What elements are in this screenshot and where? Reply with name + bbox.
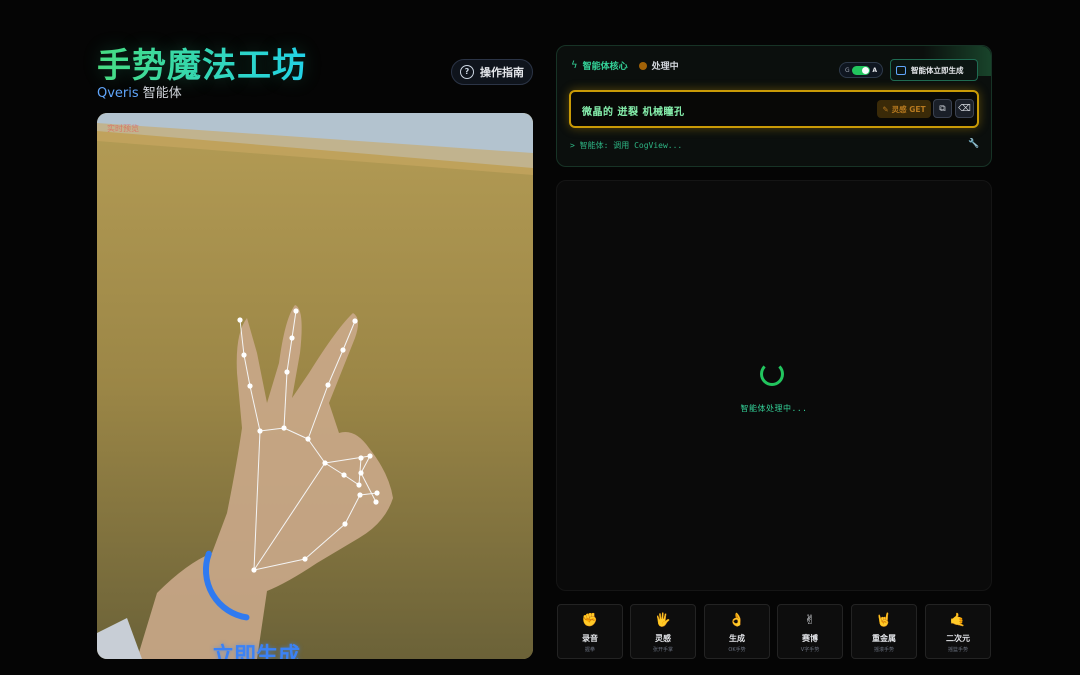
- gesture-hint: 摇篮手势: [947, 647, 968, 653]
- quick-generate-button[interactable]: 智能体立即生成: [890, 59, 978, 81]
- gesture-label: 二次元: [946, 634, 970, 643]
- prompt-text: 微晶的 迸裂 机械瞳孔: [582, 107, 685, 118]
- gesture-card[interactable]: ✌ 赛博 V字手势: [777, 604, 843, 659]
- hand-landmark: [373, 499, 379, 505]
- agent-status: 处理中: [651, 62, 679, 72]
- loading-spinner-icon: [760, 362, 784, 386]
- app-title: 手势魔法工坊: [97, 38, 307, 87]
- hand-landmark: [284, 369, 290, 375]
- fist-icon: ✊: [581, 613, 599, 628]
- hand-landmark: [251, 567, 257, 573]
- toggle-knob: [862, 66, 869, 74]
- subtitle-suffix: 智能体: [138, 86, 182, 101]
- hand-landmark: [357, 492, 363, 498]
- clear-button[interactable]: ⌫: [955, 99, 974, 118]
- loading-text: 智能体处理中...: [740, 404, 808, 413]
- copy-button[interactable]: ⧉: [933, 99, 952, 118]
- copy-icon: ⧉: [939, 103, 946, 114]
- hand-landmark: [322, 460, 328, 466]
- wrench-icon[interactable]: 🔧: [968, 139, 979, 149]
- gesture-card[interactable]: ✊ 录音握拳: [557, 604, 623, 659]
- camera-scene: [97, 113, 533, 659]
- hand-landmark: [358, 455, 364, 461]
- gesture-label: 录音: [582, 634, 598, 643]
- camera-status-label: 实时预览: [107, 124, 139, 133]
- hand-landmark: [237, 317, 243, 323]
- prompt-field[interactable]: 微晶的 迸裂 机械瞳孔 ✎ 灵感 GET ⧉ ⌫: [569, 90, 979, 128]
- gesture-card[interactable]: 👌 生成 OK手势: [704, 604, 770, 659]
- inspiration-label: 灵感 GET: [891, 104, 926, 114]
- ok-hand-icon: 👌: [728, 613, 746, 628]
- help-icon: ?: [460, 65, 474, 79]
- gesture-card[interactable]: 🖐 灵感张开手掌: [630, 604, 696, 659]
- gesture-hint: 张开手掌: [652, 647, 673, 653]
- agent-log-line: > 智能体: 调用 CogView...: [570, 141, 683, 150]
- gesture-label: 生成: [729, 634, 745, 643]
- rock-hand-icon: 🤘: [875, 613, 893, 628]
- hand-landmark: [293, 308, 299, 314]
- hand-landmark: [341, 472, 347, 478]
- sparkle-icon: ✎: [882, 104, 889, 114]
- gesture-label: 赛博: [802, 634, 818, 643]
- hand-landmark: [367, 453, 373, 459]
- toggle-left-label: G: [845, 66, 850, 74]
- agent-core-title: 智能体核心: [582, 62, 628, 72]
- generate-overlay-text: 立即生成: [212, 644, 301, 659]
- gesture-hint: V字手势: [800, 647, 820, 653]
- gesture-hint: 握拳: [584, 647, 595, 653]
- eraser-icon: ⌫: [958, 103, 971, 114]
- gesture-card[interactable]: 🤘 重金属摇滚手势: [851, 604, 917, 659]
- gesture-hint: 摇滚手势: [873, 647, 894, 653]
- hand-landmark: [352, 318, 358, 324]
- guide-button[interactable]: ? 操作指南: [451, 59, 533, 85]
- brand-name: Qveris: [97, 86, 139, 101]
- activity-icon: ϟ: [571, 60, 578, 71]
- image-icon: [896, 65, 906, 75]
- open-palm-icon: 🖐: [654, 613, 672, 628]
- toggle-track: [852, 65, 870, 75]
- hand-landmark: [325, 382, 331, 388]
- toggle-right-label: A: [872, 66, 877, 74]
- agent-core-header: ϟ 智能体核心 处理中: [571, 59, 679, 72]
- quick-generate-label: 智能体立即生成: [911, 65, 964, 75]
- gesture-label: 重金属: [872, 634, 896, 643]
- app-subtitle: Qveris 智能体: [97, 82, 182, 101]
- call-me-hand-icon: 🤙: [949, 613, 967, 628]
- gesture-hint: OK手势: [728, 647, 746, 653]
- hand-landmark: [247, 383, 253, 389]
- hand-landmark: [305, 436, 311, 442]
- victory-hand-icon: ✌: [804, 613, 816, 628]
- hand-landmark: [257, 428, 263, 434]
- model-toggle[interactable]: G A: [839, 62, 883, 78]
- hand-landmark: [289, 335, 295, 341]
- status-indicator: [638, 61, 647, 70]
- gesture-card[interactable]: 🤙 二次元摇篮手势: [925, 604, 991, 659]
- hand-landmark: [302, 556, 308, 562]
- hand-landmark: [281, 425, 287, 431]
- hand-landmark: [358, 470, 364, 476]
- hand-landmark: [241, 352, 247, 358]
- hand-landmark: [342, 521, 348, 527]
- hand-landmark: [340, 347, 346, 353]
- gesture-label: 灵感: [655, 634, 671, 643]
- hand-landmark: [374, 490, 380, 496]
- hand-landmark: [356, 482, 362, 488]
- guide-button-label: 操作指南: [480, 66, 524, 79]
- inspiration-button[interactable]: ✎ 灵感 GET: [877, 100, 931, 118]
- camera-preview: 实时预览 立即生成: [97, 113, 533, 659]
